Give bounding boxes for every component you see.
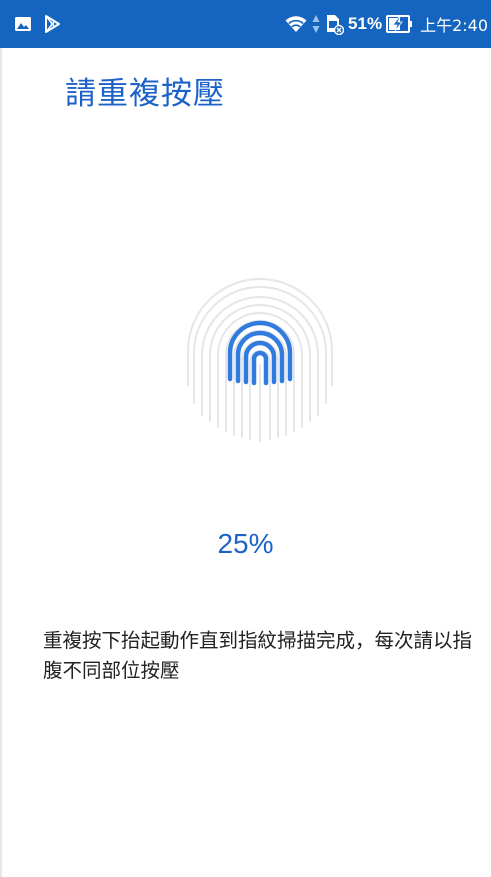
play-store-icon xyxy=(44,15,60,33)
wifi-icon xyxy=(284,14,308,34)
screen-edge xyxy=(0,48,2,877)
page-title: 請重複按壓 xyxy=(65,76,225,112)
battery-percent: 51% xyxy=(348,14,383,33)
image-notification-icon xyxy=(14,16,32,32)
clock: 上午2:40 xyxy=(420,16,488,35)
status-bar-right: 51% 上午2:40 xyxy=(284,12,488,36)
fingerprint-progress-graphic xyxy=(180,275,340,445)
data-transfer-icon xyxy=(312,14,320,34)
status-bar: 51% 上午2:40 xyxy=(0,0,491,48)
instruction-text: 重複按下抬起動作直到指紋掃描完成，每次請以指腹不同部位按壓 xyxy=(43,629,473,682)
battery-charging-icon xyxy=(386,14,414,34)
sim-missing-icon xyxy=(324,13,345,35)
fingerprint-icon xyxy=(187,278,333,442)
status-bar-left xyxy=(14,13,60,35)
progress-percent: 25% xyxy=(217,528,274,559)
